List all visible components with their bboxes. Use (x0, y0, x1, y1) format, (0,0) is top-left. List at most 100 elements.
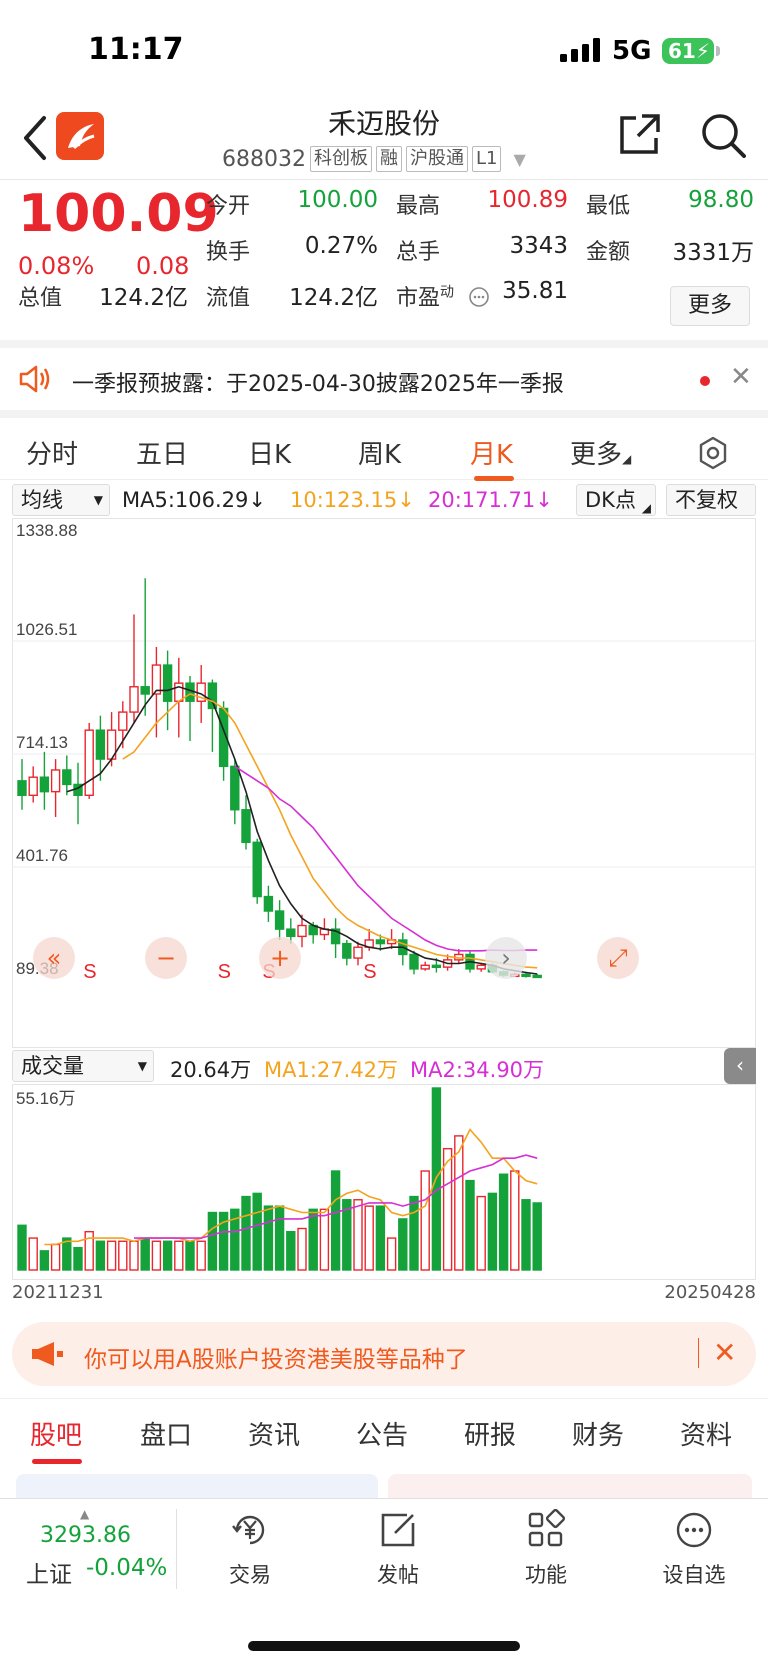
candle-body (241, 809, 251, 844)
gear-icon[interactable] (696, 436, 730, 470)
volume-bar (353, 1199, 363, 1271)
volume-bar (95, 1240, 106, 1271)
tab-5day[interactable]: 五日 (136, 434, 188, 471)
candle-body (17, 780, 27, 796)
volume-bar (319, 1208, 330, 1271)
nav-watchlist-label: 设自选 (662, 1563, 726, 1587)
volume-bar (241, 1195, 251, 1271)
network-type: 5G (612, 36, 652, 66)
card-left[interactable] (16, 1474, 378, 1498)
volume-bar (106, 1240, 117, 1271)
volume-value: 20.64万 (170, 1058, 252, 1082)
nav-post[interactable]: 发帖 (338, 1509, 458, 1589)
nav-trade-label: 交易 (229, 1563, 271, 1587)
tab-orderbook[interactable]: 盘口 (140, 1415, 192, 1452)
tab-intraday[interactable]: 分时 (26, 434, 78, 471)
tab-monthly[interactable]: 月K (470, 434, 513, 471)
dk-button[interactable]: DK点 ◢ (576, 484, 656, 516)
candle-body (252, 841, 262, 898)
more-quote-button[interactable]: 更多 (670, 286, 750, 326)
volume-bar (487, 1192, 498, 1271)
indicator-select[interactable]: 均线 ▼ (12, 484, 110, 516)
fullscreen-icon-glyph: ⤢ (608, 944, 627, 972)
ma10-value: 10:123.15↓ (290, 488, 415, 512)
index-value[interactable]: 3293.86 (40, 1523, 131, 1548)
status-time: 11:17 (88, 32, 184, 67)
float-cap-label: 流值 (206, 286, 251, 311)
search-icon[interactable] (700, 112, 746, 158)
volume-bar (196, 1240, 206, 1271)
card-right[interactable] (388, 1474, 752, 1498)
volume-bar (274, 1205, 285, 1271)
volume-bar (140, 1237, 150, 1271)
candle-body (95, 729, 106, 760)
index-change[interactable]: -0.04% (86, 1555, 167, 1581)
signal-marker: S (83, 961, 96, 983)
close-icon[interactable]: ✕ (730, 362, 752, 392)
open-value: 100.00 (297, 187, 378, 213)
period-tabs: 分时 五日 日K 周K 月K 更多◢ (0, 410, 768, 481)
tab-announcements[interactable]: 公告 (356, 1415, 408, 1452)
tab-weekly[interactable]: 周K (358, 434, 401, 471)
tab-daily[interactable]: 日K (248, 434, 291, 471)
tab-more[interactable]: 更多◢ (570, 434, 631, 471)
promo-banner[interactable]: 你可以用A股账户投资港美股等品种了 ✕ (12, 1322, 756, 1386)
volume-bar (286, 1230, 296, 1271)
volume-bar (465, 1179, 475, 1271)
close-icon[interactable]: ✕ (698, 1338, 736, 1368)
volume-bar (532, 1202, 542, 1271)
volume-bar (118, 1240, 128, 1271)
volume-bar (297, 1227, 307, 1271)
volume-select[interactable]: 成交量 ▼ (12, 1050, 154, 1082)
index-name[interactable]: 上证 (26, 1555, 72, 1589)
open-label: 今开 (206, 194, 251, 219)
adjust-button[interactable]: 不复权 (666, 484, 756, 516)
promo-text: 你可以用A股账户投资港美股等品种了 (84, 1347, 468, 1373)
volume-bar (398, 1218, 408, 1271)
info-icon[interactable] (468, 286, 490, 308)
candle-body (162, 664, 173, 702)
stock-tags[interactable]: 688032 科创板 融 沪股通 L1 ▼ (222, 146, 526, 172)
tab-news[interactable]: 资讯 (248, 1415, 300, 1452)
collapse-panel-button[interactable]: ‹ (724, 1048, 756, 1084)
volume-bar (442, 1147, 453, 1271)
vol-ma1-value: MA1:27.42万 (264, 1058, 399, 1082)
volume-bar (375, 1205, 386, 1271)
notice-text: 一季报预披露：于2025-04-30披露2025年一季报 (72, 372, 564, 397)
volume-bar (454, 1135, 464, 1271)
nav-post-label: 发帖 (377, 1563, 419, 1587)
nav-functions[interactable]: 功能 (486, 1508, 606, 1589)
volume-chart[interactable]: 55.16万 (12, 1084, 756, 1280)
low-label: 最低 (586, 194, 631, 219)
corner-arrow-icon: ◢ (622, 452, 632, 466)
divider (176, 1509, 177, 1589)
volume-select-label: 成交量 (21, 1054, 84, 1078)
tab-research[interactable]: 研报 (464, 1415, 516, 1452)
candle-body (118, 711, 128, 731)
nav-watchlist[interactable]: 设自选 (634, 1509, 754, 1589)
more-icon (676, 1512, 712, 1548)
tab-forum[interactable]: 股吧 (30, 1415, 82, 1452)
unread-dot (700, 376, 710, 386)
vol-ma2-value: MA2:34.90万 (410, 1058, 545, 1082)
candle-body (353, 946, 363, 959)
nav-trade[interactable]: 交易 (190, 1509, 310, 1589)
notice-bar[interactable]: 一季报预披露：于2025-04-30披露2025年一季报 ✕ (0, 340, 768, 410)
turnover-value: 0.27% (304, 233, 378, 259)
share-icon[interactable] (618, 112, 662, 156)
volume-bar (207, 1211, 218, 1271)
battery-level: 61 (668, 39, 696, 63)
volume-bar (476, 1195, 486, 1271)
tab-finance[interactable]: 财务 (572, 1415, 624, 1452)
tab-profile[interactable]: 资料 (680, 1415, 732, 1452)
chevron-down-icon[interactable]: ▼ (513, 150, 525, 169)
tag-connect: 沪股通 (405, 146, 468, 172)
candle-body (431, 964, 442, 969)
volume-bar (17, 1224, 27, 1271)
volume-bar (386, 1237, 397, 1271)
volume-legend-bar: 成交量 ▼ 20.64万 MA1:27.42万 MA2:34.90万 ‹ (0, 1048, 768, 1084)
kline-chart[interactable]: 1338.881026.51714.13401.7689.38SSSS«−+›⤢ (12, 518, 756, 1048)
candle-body (286, 928, 296, 938)
volume-bar (129, 1240, 139, 1271)
zoom-out-icon-glyph: − (156, 944, 176, 972)
